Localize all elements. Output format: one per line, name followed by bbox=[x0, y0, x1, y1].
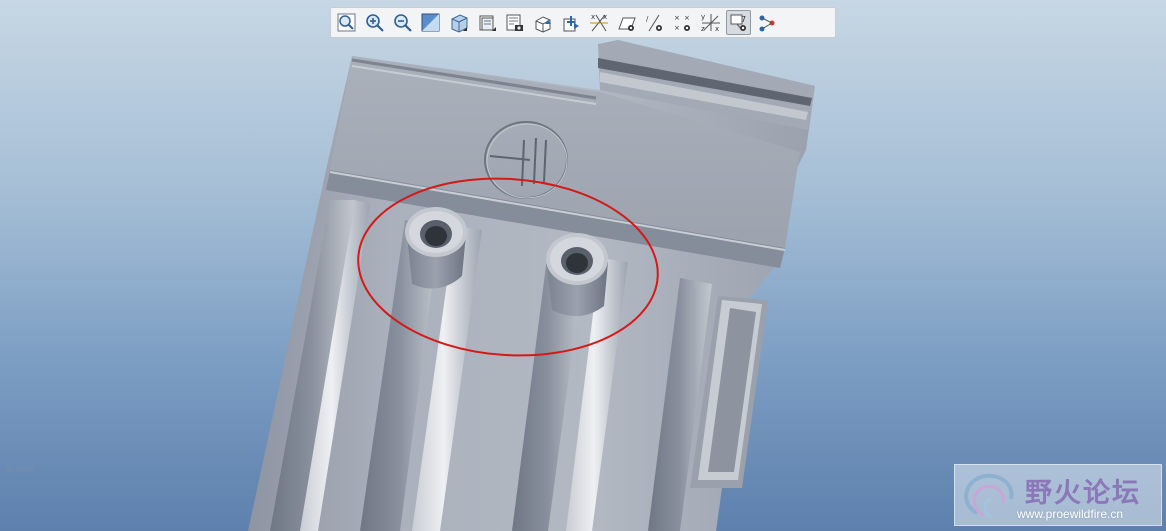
datum-axis-display-button[interactable]: xx bbox=[586, 10, 611, 35]
view-toolbar: x x / × × × y z x 7 bbox=[330, 7, 836, 38]
saved-views-button[interactable] bbox=[474, 10, 499, 35]
spin-center-icon bbox=[563, 16, 579, 32]
scale-readout: (0.1000) bbox=[7, 466, 34, 473]
magnifier-frame-icon bbox=[337, 13, 356, 32]
part-boss-right bbox=[546, 233, 608, 317]
refit-view-button[interactable] bbox=[334, 10, 359, 35]
svg-text:×: × bbox=[674, 14, 680, 22]
spin-center-button[interactable] bbox=[558, 10, 583, 35]
annotation-display-icon: 7 bbox=[730, 14, 746, 31]
annotation-display-button[interactable]: 7 bbox=[726, 10, 751, 35]
watermark-url: www.proewildfire.cn bbox=[1017, 507, 1124, 521]
datum-point-display-button[interactable]: × × × bbox=[670, 10, 695, 35]
watermark-title: 野火论坛 bbox=[1025, 478, 1141, 509]
zoom-in-button[interactable] bbox=[362, 10, 387, 35]
svg-text:z: z bbox=[701, 25, 705, 33]
repaint-button[interactable] bbox=[418, 10, 443, 35]
svg-text:7: 7 bbox=[741, 15, 746, 24]
proewildfire-logo-icon bbox=[964, 473, 1014, 519]
svg-text:×: × bbox=[684, 14, 690, 22]
watermark: 野火论坛 www.proewildfire.cn bbox=[954, 464, 1162, 526]
connection-icon bbox=[759, 15, 775, 32]
display-style-button[interactable] bbox=[446, 10, 471, 35]
zoom-out-button[interactable] bbox=[390, 10, 415, 35]
reorient-button[interactable] bbox=[530, 10, 555, 35]
svg-text:x: x bbox=[715, 25, 719, 33]
view-manager-button[interactable] bbox=[502, 10, 527, 35]
axis-visibility-icon: / bbox=[646, 14, 662, 32]
datum-plane-display-button[interactable] bbox=[614, 10, 639, 35]
zoom-out-icon bbox=[394, 14, 412, 32]
axis-display-icon: xx bbox=[590, 13, 608, 32]
repaint-icon bbox=[421, 13, 440, 32]
svg-text:y: y bbox=[701, 13, 705, 21]
plane-display-icon bbox=[618, 17, 636, 31]
svg-text:x: x bbox=[591, 13, 595, 21]
datum-axis-visibility-button[interactable]: / bbox=[642, 10, 667, 35]
csys-display-button[interactable]: yz x bbox=[698, 10, 723, 35]
part-boss-left bbox=[405, 207, 467, 289]
shaded-cube-icon bbox=[451, 14, 468, 33]
csys-display-icon: yz x bbox=[701, 13, 720, 33]
svg-text:x: x bbox=[603, 13, 607, 21]
model-view[interactable] bbox=[0, 0, 1166, 531]
connection-display-button[interactable] bbox=[754, 10, 779, 35]
view-manager-icon bbox=[506, 14, 523, 31]
reorient-icon bbox=[535, 16, 551, 33]
saved-views-icon bbox=[479, 15, 496, 31]
point-display-icon: × × × bbox=[674, 14, 690, 32]
zoom-in-icon bbox=[366, 14, 384, 32]
svg-text:×: × bbox=[674, 24, 680, 32]
graphics-viewport[interactable]: x x / × × × y z x 7 (0.1000) 野火论坛 www.proewildfir… bbox=[0, 0, 1166, 531]
svg-text:/: / bbox=[646, 15, 649, 23]
